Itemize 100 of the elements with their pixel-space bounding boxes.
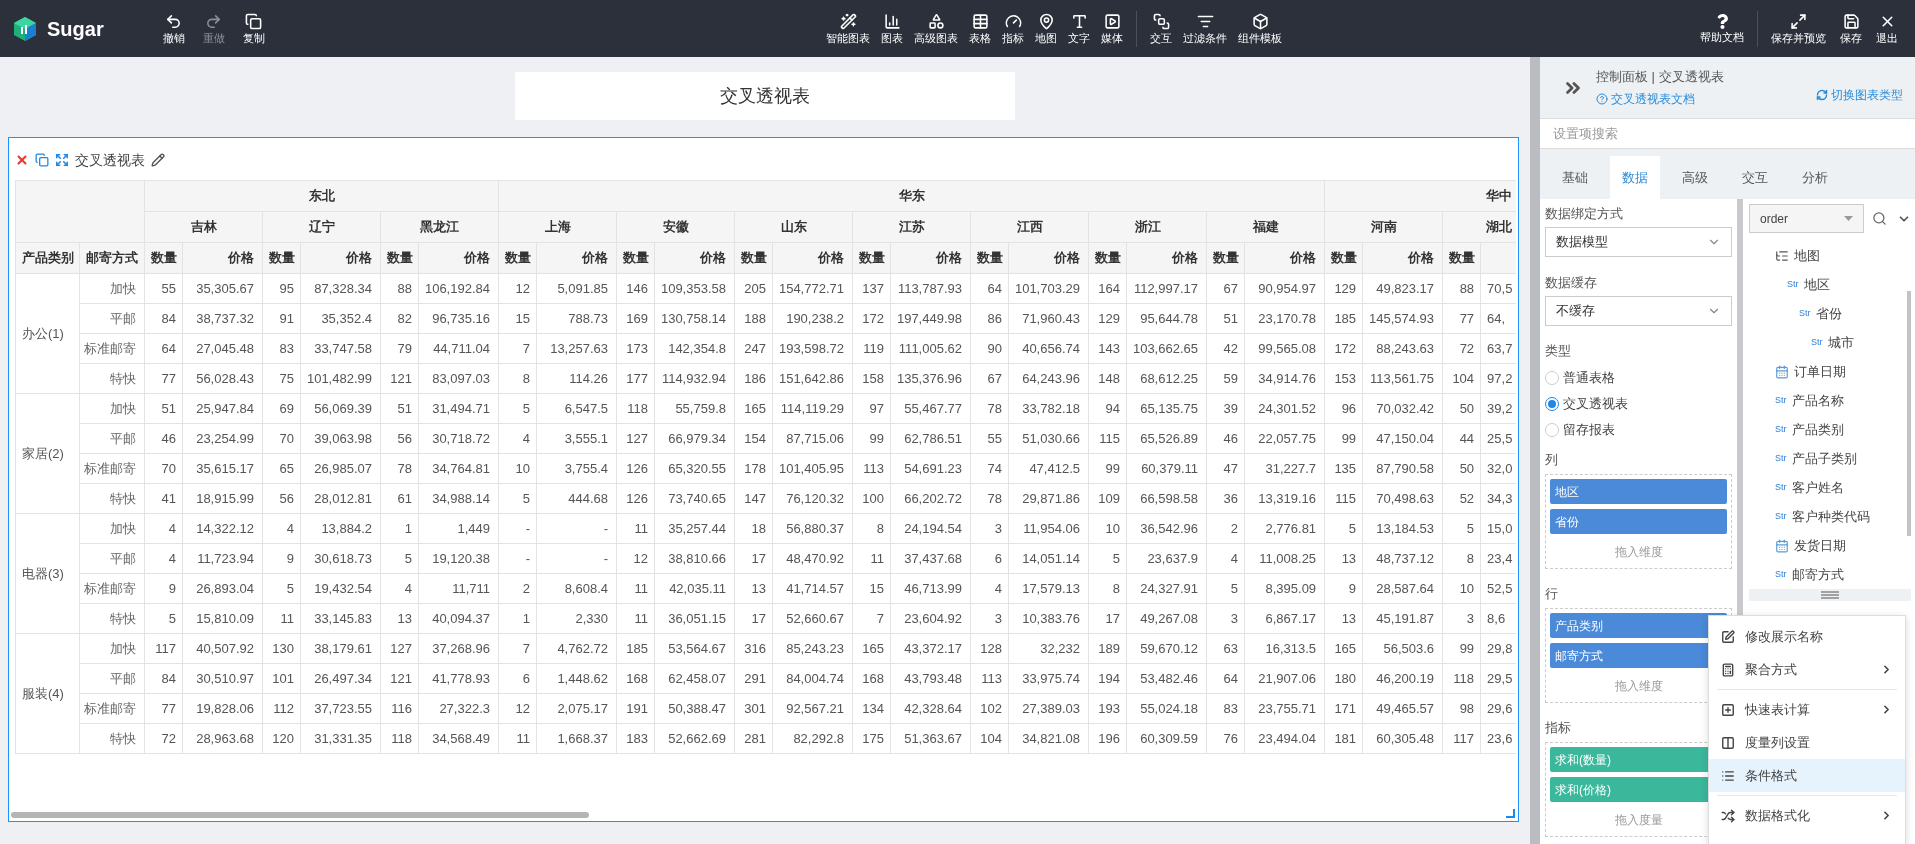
undo-icon (165, 13, 183, 30)
table-cell: 1 (380, 513, 419, 544)
toolbar-button[interactable]: 智能图表 (821, 0, 875, 57)
table-cell: 19,432.54 (300, 573, 381, 604)
table-cell: 70 (144, 453, 183, 484)
toolbar-button[interactable]: 表格 (964, 0, 996, 57)
table-cell: 11,008.25 (1244, 543, 1325, 574)
table-cell: 2 (498, 573, 537, 604)
row-header: 特快 (79, 483, 145, 514)
table-cell: 1,668.37 (536, 723, 617, 754)
table-cell: 189 (1088, 633, 1127, 664)
toolbar-button[interactable]: 地图 (1030, 0, 1062, 57)
field-item[interactable]: 地图 (1794, 245, 1820, 266)
toolbar-button[interactable]: 组件模板 (1233, 0, 1287, 57)
toolbar-button[interactable]: 交互 (1145, 0, 1177, 57)
table-cell: 13 (1324, 603, 1363, 634)
table-cell: 129 (1088, 303, 1127, 334)
table-cell: 2 (1206, 513, 1245, 544)
table-cell: 76,120.32 (772, 483, 853, 514)
scrollbar[interactable] (1907, 291, 1911, 536)
column-header: 价格 (536, 242, 617, 274)
scrollbar[interactable] (11, 812, 589, 818)
column-header: 浙江 (1088, 211, 1207, 243)
row-header: 特快 (79, 723, 145, 754)
field-chip[interactable]: 省份 (1550, 509, 1727, 534)
field-item[interactable]: 发货日期 (1794, 535, 1846, 556)
table-cell: 64 (1206, 663, 1245, 694)
table-cell: 1,449 (418, 513, 499, 544)
tab[interactable]: 基础 (1550, 156, 1600, 199)
menu-item[interactable]: 条件格式 (1709, 759, 1905, 792)
tab[interactable]: 数据 (1610, 156, 1660, 199)
field-item[interactable]: 地区 (1803, 274, 1830, 295)
search-icon[interactable] (1872, 211, 1887, 226)
table-cell: 36 (1206, 483, 1245, 514)
tab[interactable]: 分析 (1790, 156, 1840, 199)
resize-handle-icon[interactable] (1506, 809, 1515, 818)
toolbar-button[interactable]: 复制 (237, 0, 270, 57)
table-cell: 301 (734, 693, 773, 724)
field-item[interactable]: 产品名称 (1791, 390, 1844, 411)
select-field[interactable]: 不缓存 (1545, 296, 1732, 326)
table-cell: 37,268.96 (418, 633, 499, 664)
table-cell: 126 (616, 483, 655, 514)
copy-icon[interactable] (35, 153, 49, 167)
expand-icon[interactable] (55, 153, 69, 167)
toolbar-button[interactable]: 高级图表 (909, 0, 963, 57)
table-cell: 30,718.72 (418, 423, 499, 454)
drop-zone[interactable]: 地区 省份 拖入维度 (1545, 474, 1732, 569)
toolbar-button[interactable]: 文字 (1063, 0, 1095, 57)
table-cell: 178 (734, 453, 773, 484)
close-icon[interactable] (15, 153, 29, 167)
toolbar-button[interactable]: 撤销 (157, 0, 190, 57)
field-item[interactable]: 省份 (1815, 303, 1842, 324)
resize-handle[interactable] (1749, 589, 1911, 601)
play-icon (1103, 13, 1121, 30)
toolbar-button[interactable]: 保存 (1835, 0, 1867, 57)
toolbar-button[interactable]: 保存并预览 (1766, 0, 1831, 57)
pencil-icon[interactable] (151, 153, 165, 167)
toolbar-button[interactable]: 退出 (1871, 0, 1903, 57)
field-label: 数据绑定方式 (1545, 205, 1624, 223)
tab[interactable]: 交互 (1730, 156, 1780, 199)
select-field[interactable]: order (1749, 204, 1864, 233)
table-cell: 56 (262, 483, 301, 514)
table-cell: 82,292.8 (772, 723, 853, 754)
table-cell: - (536, 543, 617, 574)
search-field[interactable]: 设置项搜索 (1540, 118, 1915, 149)
toolbar-button[interactable]: 图表 (876, 0, 908, 57)
table-cell: 10 (498, 453, 537, 484)
field-item[interactable]: 客户姓名 (1791, 477, 1844, 498)
field-item[interactable]: 订单日期 (1794, 361, 1846, 382)
table-cell: 171 (1324, 693, 1363, 724)
table-cell: 11 (616, 573, 655, 604)
table-cell: 17 (1088, 603, 1127, 634)
row-header: 平邮 (79, 423, 145, 454)
table-cell: 154,772.71 (772, 273, 853, 304)
row-header: 平邮 (79, 303, 145, 334)
type-tag: Str (1799, 306, 1811, 321)
toolbar-button[interactable]: 过滤条件 (1178, 0, 1232, 57)
field-item[interactable]: 城市 (1827, 332, 1854, 353)
toolbar-button[interactable]: 指标 (997, 0, 1029, 57)
field-item[interactable]: 客户种类代码 (1791, 506, 1870, 527)
table-cell: 96 (1324, 393, 1363, 424)
toolbar-button[interactable]: 帮助文档 (1695, 0, 1749, 57)
table-cell: 70 (262, 423, 301, 454)
field-item[interactable]: 产品类别 (1791, 419, 1844, 440)
select-field[interactable]: 数据模型 (1545, 227, 1732, 257)
row-header: 特快 (79, 363, 145, 394)
section-label: 指标 (1545, 719, 1572, 737)
copy-icon (245, 13, 263, 30)
table-cell: - (498, 543, 537, 574)
column-header: 黑龙江 (380, 211, 499, 243)
table-cell: 48,737.12 (1362, 543, 1443, 574)
help-icon (1596, 93, 1608, 106)
tab[interactable]: 高级 (1670, 156, 1720, 199)
field-item[interactable]: 产品子类别 (1791, 448, 1857, 469)
row-header: 电器(3) (15, 513, 80, 634)
table-cell: 101 (262, 663, 301, 694)
field-chip[interactable]: 地区 (1550, 479, 1727, 504)
field-item[interactable]: 邮寄方式 (1791, 564, 1844, 585)
table-cell: 90 (970, 333, 1009, 364)
toolbar-button[interactable]: 媒体 (1096, 0, 1128, 57)
